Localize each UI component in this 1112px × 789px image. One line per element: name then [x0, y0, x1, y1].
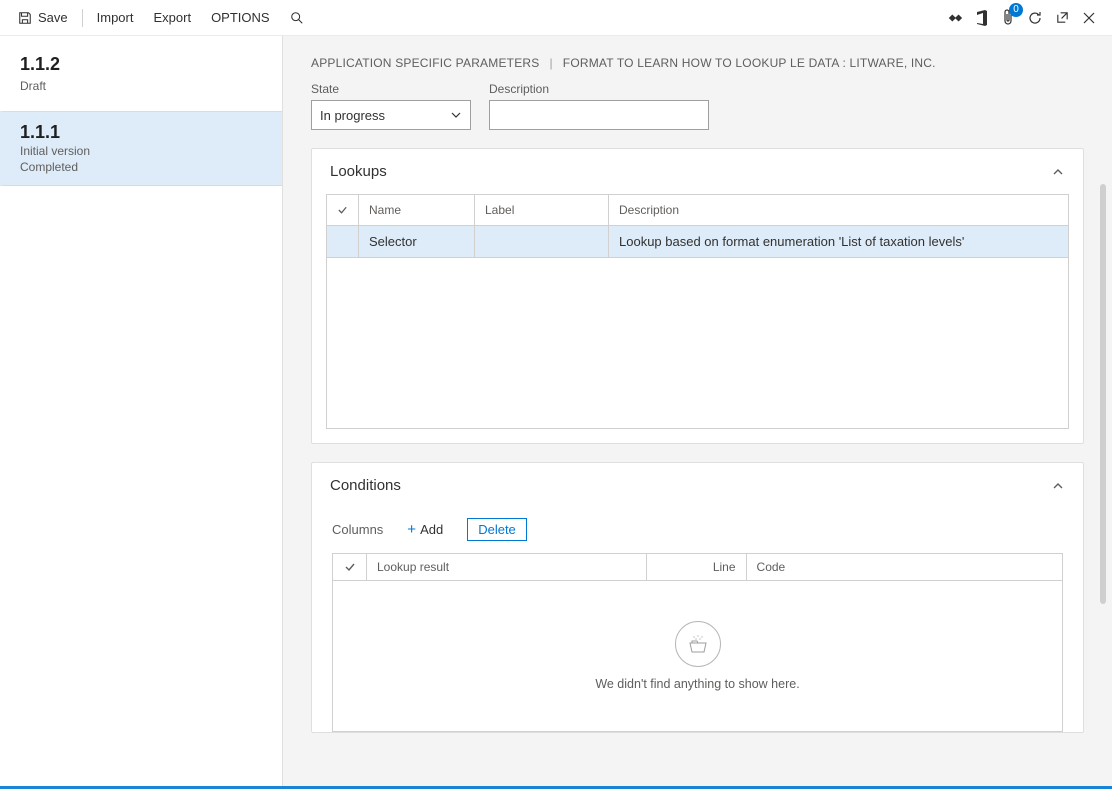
- export-button[interactable]: Export: [143, 0, 201, 36]
- export-label: Export: [153, 10, 191, 25]
- sidebar-item-draft[interactable]: 1.1.2 Draft: [0, 36, 282, 111]
- delete-button[interactable]: Delete: [467, 518, 527, 541]
- lookups-table: Name Label Description Selector Lookup b…: [326, 194, 1069, 258]
- table-row[interactable]: Selector Lookup based on format enumerat…: [327, 226, 1068, 257]
- name-column-header[interactable]: Name: [359, 195, 475, 225]
- sidebar-version-label: 1.1.1: [20, 122, 262, 143]
- lookups-title: Lookups: [330, 163, 387, 180]
- label-column-header[interactable]: Label: [475, 195, 609, 225]
- lookups-header[interactable]: Lookups: [312, 149, 1083, 194]
- command-bar: Save Import Export OPTIONS 0: [0, 0, 1112, 36]
- conditions-header[interactable]: Conditions: [312, 463, 1083, 508]
- content-area: APPLICATION SPECIFIC PARAMETERS | FORMAT…: [283, 36, 1112, 789]
- row-label-cell: [475, 226, 609, 257]
- options-label: OPTIONS: [211, 10, 270, 25]
- conditions-table: Lookup result Line Code We di: [332, 553, 1063, 732]
- empty-folder-icon: [675, 621, 721, 667]
- breadcrumb-item: APPLICATION SPECIFIC PARAMETERS: [311, 56, 539, 70]
- conditions-panel: Conditions Columns + Add Delete: [311, 462, 1084, 733]
- attachments-button[interactable]: 0: [1001, 9, 1015, 27]
- sidebar-version-label: 1.1.2: [0, 44, 282, 79]
- attachments-badge: 0: [1009, 3, 1023, 17]
- conditions-header-row: Lookup result Line Code: [333, 554, 1062, 581]
- chevron-up-icon: [1051, 479, 1065, 493]
- description-label: Description: [489, 82, 709, 96]
- sidebar-subtitle: Completed: [20, 159, 262, 175]
- scrollbar[interactable]: [1100, 184, 1106, 604]
- feedback-icon[interactable]: [947, 11, 963, 25]
- check-column-header[interactable]: [327, 195, 359, 225]
- breadcrumb: APPLICATION SPECIFIC PARAMETERS | FORMAT…: [311, 56, 1084, 70]
- row-check-cell[interactable]: [327, 226, 359, 257]
- breadcrumb-divider: |: [549, 56, 552, 70]
- add-label: Add: [420, 522, 443, 537]
- search-button[interactable]: [280, 0, 314, 36]
- conditions-empty-state: We didn't find anything to show here.: [333, 581, 1062, 731]
- state-select[interactable]: In progress: [311, 100, 471, 130]
- row-description-cell: Lookup based on format enumeration 'List…: [609, 226, 1068, 257]
- description-column-header[interactable]: Description: [609, 195, 1068, 225]
- conditions-title: Conditions: [330, 477, 401, 494]
- code-column-header[interactable]: Code: [747, 554, 1062, 580]
- popout-button[interactable]: [1055, 10, 1070, 25]
- delete-label: Delete: [478, 522, 516, 537]
- sidebar-status-label: Draft: [0, 79, 282, 103]
- save-button[interactable]: Save: [8, 0, 78, 36]
- chevron-up-icon: [1051, 165, 1065, 179]
- sidebar-item-selected[interactable]: 1.1.1 Initial version Completed: [0, 111, 282, 186]
- separator: [82, 9, 83, 27]
- check-column-header[interactable]: [333, 554, 367, 580]
- lookups-header-row: Name Label Description: [327, 195, 1068, 226]
- columns-button[interactable]: Columns: [332, 522, 383, 537]
- description-field: Description: [489, 82, 709, 130]
- conditions-toolbar: Columns + Add Delete: [312, 508, 1083, 553]
- lookups-panel: Lookups Name Label Description: [311, 148, 1084, 444]
- row-name-cell: Selector: [359, 226, 475, 257]
- chevron-down-icon: [450, 109, 462, 121]
- empty-state-text: We didn't find anything to show here.: [595, 677, 799, 691]
- save-label: Save: [38, 10, 68, 25]
- refresh-button[interactable]: [1027, 10, 1043, 26]
- lookups-empty-area: [327, 258, 1068, 428]
- line-column-header[interactable]: Line: [647, 554, 747, 580]
- office-icon[interactable]: [975, 10, 989, 26]
- plus-icon: +: [407, 522, 416, 537]
- description-input[interactable]: [489, 100, 709, 130]
- options-button[interactable]: OPTIONS: [201, 0, 280, 36]
- import-button[interactable]: Import: [87, 0, 144, 36]
- search-icon: [290, 11, 304, 25]
- sidebar-subtitle: Initial version: [20, 143, 262, 159]
- state-value: In progress: [320, 108, 385, 123]
- close-button[interactable]: [1082, 11, 1096, 25]
- breadcrumb-item: FORMAT TO LEARN HOW TO LOOKUP LE DATA : …: [563, 56, 936, 70]
- lookup-result-column-header[interactable]: Lookup result: [367, 554, 647, 580]
- import-label: Import: [97, 10, 134, 25]
- save-icon: [18, 11, 32, 25]
- state-label: State: [311, 82, 471, 96]
- version-sidebar: 1.1.2 Draft 1.1.1 Initial version Comple…: [0, 36, 283, 789]
- state-field: State In progress: [311, 82, 471, 130]
- add-button[interactable]: + Add: [399, 518, 451, 541]
